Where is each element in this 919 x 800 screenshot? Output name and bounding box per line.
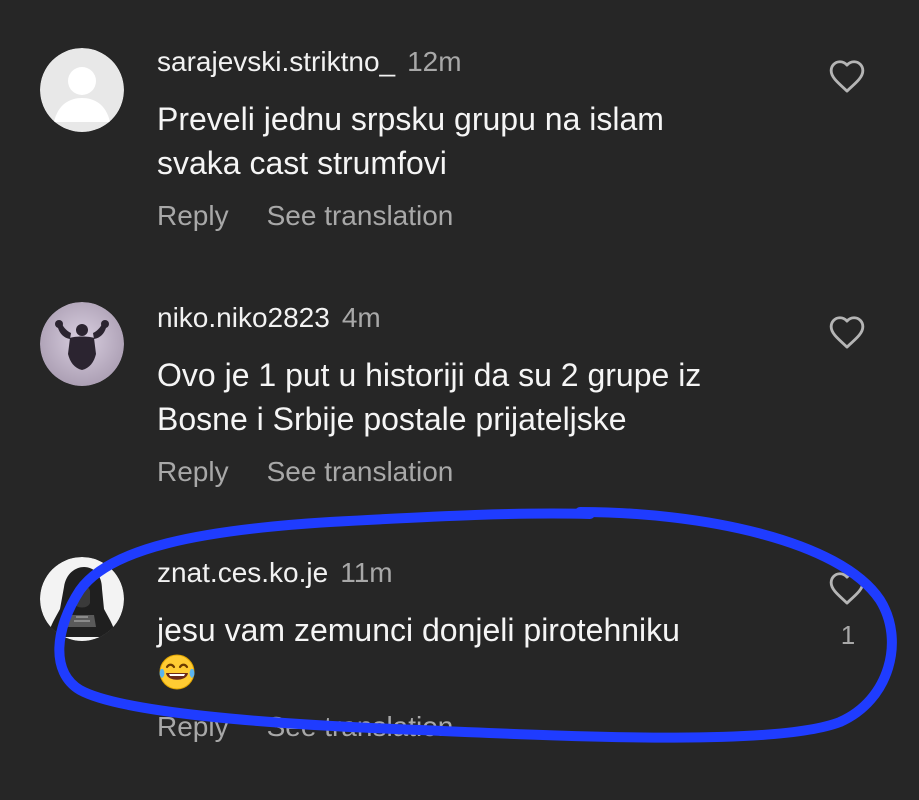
comment-emoji-line: [157, 652, 837, 698]
comment-username[interactable]: niko.niko2823: [157, 302, 330, 333]
comment-actions: Reply See translation: [157, 456, 453, 488]
comment-username[interactable]: znat.ces.ko.je: [157, 557, 328, 588]
like-count: 1: [840, 620, 856, 650]
comment-timestamp: 11m: [340, 557, 393, 588]
default-avatar-icon[interactable]: [40, 48, 124, 132]
reply-button[interactable]: Reply: [157, 711, 229, 742]
comment-actions: Reply See translation: [157, 711, 453, 743]
comment-header: sarajevski.striktno_ 12m: [157, 46, 462, 78]
comment-header: niko.niko2823 4m: [157, 302, 381, 334]
see-translation-button[interactable]: See translation: [267, 711, 454, 742]
comment-username[interactable]: sarajevski.striktno_: [157, 46, 395, 77]
see-translation-button[interactable]: See translation: [267, 456, 454, 487]
heart-outline-icon[interactable]: [828, 58, 866, 94]
comment-timestamp: 4m: [341, 302, 381, 333]
comment-text: Ovo je 1 put u historiji da su 2 grupe i…: [157, 353, 837, 441]
comment-text-line: svaka cast strumfovi: [157, 145, 447, 181]
comment-text-line: jesu vam zemunci donjeli pirotehniku: [157, 612, 680, 648]
comment-text-line: Preveli jednu srpsku grupu na islam: [157, 101, 664, 137]
hooded-figure-avatar[interactable]: [40, 557, 124, 641]
comment-text: Preveli jednu srpsku grupu na islam svak…: [157, 97, 837, 185]
comment-text-line: Ovo je 1 put u historiji da su 2 grupe i…: [157, 357, 702, 393]
reply-button[interactable]: Reply: [157, 200, 229, 231]
comment-text-line: Bosne i Srbije postale prijateljske: [157, 401, 627, 437]
comment-text: jesu vam zemunci donjeli pirotehniku: [157, 608, 837, 698]
comment-timestamp: 12m: [407, 46, 462, 77]
see-translation-button[interactable]: See translation: [267, 200, 454, 231]
reply-button[interactable]: Reply: [157, 456, 229, 487]
face-with-tears-of-joy-emoji: [157, 652, 197, 703]
comment-header: znat.ces.ko.je 11m: [157, 557, 393, 589]
comment-actions: Reply See translation: [157, 200, 453, 232]
bodybuilder-silhouette-avatar[interactable]: [40, 302, 124, 386]
heart-outline-icon[interactable]: [828, 314, 866, 350]
heart-outline-icon[interactable]: [828, 570, 866, 606]
